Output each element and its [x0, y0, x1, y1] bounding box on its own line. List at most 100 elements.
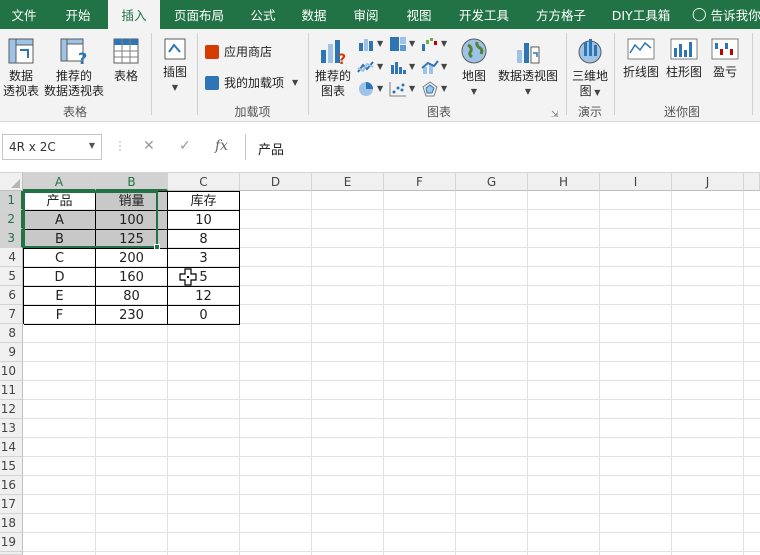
chevron-down-icon[interactable]: ▼ [441, 62, 447, 71]
row-header[interactable]: 8 [0, 324, 23, 343]
cancel-icon[interactable]: ✕ [143, 138, 155, 154]
table-cell[interactable]: A [24, 211, 96, 230]
tab-diy-toolbox[interactable]: DIY工具箱 [600, 0, 682, 29]
row-header[interactable]: 3 [0, 229, 23, 248]
chevron-down-icon[interactable]: ▼ [409, 84, 415, 93]
row-header[interactable]: 5 [0, 267, 23, 286]
tab-fangfang[interactable]: 方方格子 [522, 0, 600, 29]
worksheet-grid[interactable]: A B C D E F G H I J 1 2 3 4 5 6 7 8 9 10… [0, 173, 760, 555]
chevron-down-icon[interactable]: ▼ [377, 39, 383, 48]
chevron-down-icon[interactable]: ▼ [441, 39, 447, 48]
recommended-charts-button[interactable]: ? 推荐的 图表 [312, 36, 354, 99]
sparkline-column-button[interactable]: 柱形图 [663, 36, 705, 80]
tab-data[interactable]: 数据 [288, 0, 340, 29]
more-options-icon[interactable]: ⋮ [114, 139, 126, 153]
combo-chart-icon[interactable] [421, 59, 439, 75]
chevron-down-icon[interactable]: ▼ [89, 141, 95, 150]
tab-page-layout[interactable]: 页面布局 [160, 0, 238, 29]
tab-file[interactable]: 文件 [0, 0, 48, 29]
row-header[interactable]: 12 [0, 400, 23, 419]
row-header[interactable]: 19 [0, 533, 23, 552]
column-header[interactable]: I [600, 173, 672, 191]
pivot-chart-button[interactable]: 数据透视图 ▼ [495, 36, 561, 99]
chevron-down-icon[interactable]: ▼ [441, 84, 447, 93]
column-chart-icon[interactable] [357, 36, 375, 52]
column-header[interactable]: J [672, 173, 744, 191]
app-store-button[interactable]: 应用商店 [205, 43, 272, 60]
column-header[interactable]: E [312, 173, 384, 191]
table-cell[interactable]: 8 [168, 230, 240, 249]
3d-map-button[interactable]: 三维地 图 ▼ [570, 36, 610, 100]
table-cell[interactable]: 0 [168, 306, 240, 325]
column-header[interactable]: A [23, 173, 96, 191]
maps-button[interactable]: 地图 ▼ [455, 36, 493, 99]
row-header[interactable]: 1 [0, 191, 23, 210]
fill-handle[interactable] [154, 244, 160, 250]
radar-chart-icon[interactable] [421, 81, 439, 97]
table-cell[interactable]: C [24, 249, 96, 268]
chevron-down-icon[interactable]: ▼ [377, 62, 383, 71]
my-addins-button[interactable]: 我的加载项 ▼ [205, 74, 298, 91]
table-cell[interactable]: E [24, 287, 96, 306]
enter-icon[interactable]: ✓ [179, 138, 191, 154]
tab-home[interactable]: 开始 [48, 0, 108, 29]
table-header-cell[interactable]: 销量 [96, 192, 168, 211]
column-header[interactable]: D [240, 173, 312, 191]
table-cell[interactable]: 230 [96, 306, 168, 325]
chevron-down-icon[interactable]: ▼ [409, 39, 415, 48]
chevron-down-icon[interactable]: ▼ [409, 62, 415, 71]
pivot-table-button[interactable]: 数据 透视表 [2, 36, 40, 99]
table-cell[interactable]: 10 [168, 211, 240, 230]
row-header[interactable]: 10 [0, 362, 23, 381]
tab-developer[interactable]: 开发工具 [446, 0, 522, 29]
column-header[interactable]: F [384, 173, 456, 191]
name-box[interactable]: 4R x 2C ▼ [2, 134, 102, 160]
row-header[interactable]: 17 [0, 495, 23, 514]
table-cell[interactable]: 3 [168, 249, 240, 268]
tab-insert[interactable]: 插入 [108, 0, 160, 29]
statistic-chart-icon[interactable] [389, 59, 407, 75]
tab-tell-me[interactable]: ◯ 告诉我你 [682, 0, 760, 29]
scatter-chart-icon[interactable] [389, 81, 407, 97]
table-cell[interactable]: 100 [96, 211, 168, 230]
illustrations-button[interactable]: 插图 ▼ [156, 36, 194, 95]
hierarchy-chart-icon[interactable] [389, 36, 407, 52]
formula-input[interactable]: 产品 [245, 134, 760, 160]
table-header-cell[interactable]: 库存 [168, 192, 240, 211]
chevron-down-icon[interactable]: ▼ [377, 84, 383, 93]
row-header[interactable]: 13 [0, 419, 23, 438]
column-header[interactable]: H [528, 173, 600, 191]
column-header[interactable] [744, 173, 760, 191]
tab-review[interactable]: 审阅 [340, 0, 392, 29]
row-header[interactable]: 4 [0, 248, 23, 267]
row-header[interactable]: 14 [0, 438, 23, 457]
row-header[interactable]: 7 [0, 305, 23, 324]
select-all-button[interactable] [0, 173, 23, 191]
table-cell[interactable]: D [24, 268, 96, 287]
table-cell[interactable]: F [24, 306, 96, 325]
table-cell[interactable]: 80 [96, 287, 168, 306]
column-header[interactable]: B [96, 173, 168, 191]
row-header[interactable]: 15 [0, 457, 23, 476]
row-header[interactable]: 16 [0, 476, 23, 495]
dialog-launcher-icon[interactable]: ⇲ [551, 110, 559, 120]
table-cell[interactable]: 200 [96, 249, 168, 268]
sparkline-line-button[interactable]: 折线图 [620, 36, 662, 80]
line-chart-icon[interactable] [357, 59, 375, 75]
tab-view[interactable]: 视图 [392, 0, 446, 29]
column-header[interactable]: C [168, 173, 240, 191]
sparkline-winloss-button[interactable]: 盈亏 [706, 36, 744, 80]
insert-function-icon[interactable]: fx [215, 138, 228, 154]
table-header-cell[interactable]: 产品 [24, 192, 96, 211]
row-header[interactable]: 9 [0, 343, 23, 362]
waterfall-chart-icon[interactable] [421, 36, 439, 52]
row-header[interactable]: 6 [0, 286, 23, 305]
table-cell[interactable]: B [24, 230, 96, 249]
table-cell[interactable]: 12 [168, 287, 240, 306]
row-header[interactable]: 11 [0, 381, 23, 400]
table-button[interactable]: 表格 [108, 36, 144, 84]
table-cell[interactable]: 160 [96, 268, 168, 287]
row-header[interactable]: 18 [0, 514, 23, 533]
column-header[interactable]: G [456, 173, 528, 191]
tab-formulas[interactable]: 公式 [238, 0, 288, 29]
